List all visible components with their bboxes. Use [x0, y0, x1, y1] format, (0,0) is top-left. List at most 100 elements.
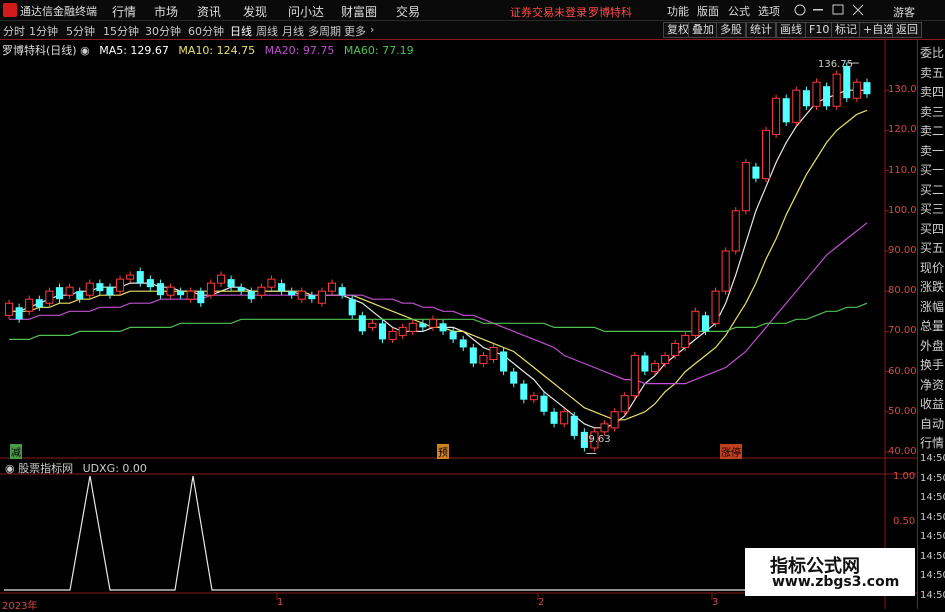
candle[interactable]: [116, 275, 125, 295]
period-weekly[interactable]: 周线: [256, 23, 278, 39]
period-tick[interactable]: 分时: [3, 23, 25, 39]
candle[interactable]: [832, 70, 841, 110]
period-1min[interactable]: 1分钟: [29, 23, 58, 39]
candle[interactable]: [823, 82, 831, 110]
period-60min[interactable]: 60分钟: [188, 23, 224, 39]
candle[interactable]: [469, 343, 477, 368]
candle[interactable]: [772, 94, 781, 139]
candle[interactable]: [540, 392, 548, 416]
candle[interactable]: [388, 327, 397, 344]
candle[interactable]: [186, 287, 195, 303]
period-30min[interactable]: 30分钟: [145, 23, 181, 39]
candle[interactable]: [5, 299, 14, 319]
candle[interactable]: [711, 287, 720, 327]
menu-quotes[interactable]: 行情: [112, 3, 136, 20]
candle[interactable]: [327, 279, 337, 295]
candle[interactable]: [398, 323, 407, 340]
chevron-right-icon[interactable]: ›: [370, 23, 374, 36]
candle[interactable]: [136, 267, 144, 287]
candle[interactable]: [197, 287, 205, 307]
candle[interactable]: [550, 408, 558, 428]
menu-news[interactable]: 资讯: [197, 3, 221, 20]
event-marker-reduce[interactable]: 减: [10, 444, 22, 459]
candle[interactable]: [156, 279, 164, 299]
login-warning[interactable]: 证券交易未登录: [510, 4, 587, 20]
mark-button[interactable]: 标记: [831, 22, 861, 38]
candle[interactable]: [459, 335, 467, 352]
minimize-icon[interactable]: [813, 9, 823, 11]
f10-button[interactable]: F10: [805, 22, 834, 38]
menu-market[interactable]: 市场: [154, 3, 178, 20]
period-more[interactable]: 更多: [344, 23, 366, 39]
candle[interactable]: [408, 319, 417, 335]
candle[interactable]: [267, 275, 276, 291]
candle[interactable]: [852, 78, 861, 102]
menu-trade[interactable]: 交易: [396, 3, 420, 20]
candle[interactable]: [792, 86, 801, 126]
candle[interactable]: [802, 86, 810, 110]
maximize-icon[interactable]: [832, 4, 844, 15]
candle[interactable]: [96, 279, 104, 295]
candle[interactable]: [731, 207, 740, 255]
candle[interactable]: [419, 319, 427, 331]
back-button[interactable]: 返回: [892, 22, 922, 38]
statistics-button[interactable]: 统计: [746, 22, 776, 38]
event-marker-forecast[interactable]: 预: [437, 444, 449, 459]
menu-ask[interactable]: 问小达: [288, 3, 324, 20]
kline-chart[interactable]: [0, 40, 917, 609]
candle[interactable]: [620, 392, 629, 416]
candle[interactable]: [297, 287, 306, 303]
menu-function[interactable]: 功能: [667, 3, 689, 19]
candle[interactable]: [489, 343, 498, 364]
menu-formula[interactable]: 公式: [728, 3, 750, 19]
candle[interactable]: [681, 331, 690, 352]
candle[interactable]: [55, 283, 64, 303]
multi-stock-button[interactable]: 多股: [716, 22, 746, 38]
candle[interactable]: [126, 271, 135, 283]
candle[interactable]: [691, 307, 700, 340]
candle[interactable]: [308, 291, 316, 303]
close-icon[interactable]: [852, 4, 864, 16]
period-15min[interactable]: 15分钟: [103, 23, 139, 39]
event-marker-limit-up[interactable]: 涨停: [720, 444, 742, 459]
period-daily[interactable]: 日线: [230, 23, 252, 39]
side-panel-label[interactable]: 行情: [920, 434, 944, 451]
candle[interactable]: [439, 319, 447, 335]
candle[interactable]: [560, 408, 569, 428]
candle[interactable]: [500, 347, 508, 376]
candle[interactable]: [610, 408, 619, 432]
menu-layout[interactable]: 版面: [697, 3, 719, 19]
candle[interactable]: [358, 311, 366, 335]
candle[interactable]: [782, 94, 790, 126]
candle[interactable]: [671, 339, 680, 360]
candle[interactable]: [257, 283, 266, 299]
candle[interactable]: [661, 351, 670, 368]
menu-options[interactable]: 选项: [758, 3, 780, 19]
menu-discover[interactable]: 发现: [243, 3, 267, 20]
candle[interactable]: [45, 287, 54, 307]
indicator-info-icon[interactable]: ◉: [5, 462, 15, 475]
candle[interactable]: [630, 351, 639, 400]
candle[interactable]: [348, 295, 356, 319]
candle[interactable]: [25, 295, 34, 315]
candle[interactable]: [510, 367, 518, 388]
candle[interactable]: [278, 279, 286, 295]
settings-icon[interactable]: [794, 4, 806, 16]
candle[interactable]: [641, 351, 649, 376]
candle[interactable]: [288, 287, 296, 299]
period-monthly[interactable]: 月线: [282, 23, 304, 39]
candle[interactable]: [177, 287, 185, 299]
candle[interactable]: [368, 319, 377, 331]
candle[interactable]: [752, 162, 760, 183]
candle[interactable]: [520, 380, 528, 404]
period-multi[interactable]: 多周期: [308, 23, 341, 39]
candle[interactable]: [479, 351, 488, 368]
candle[interactable]: [106, 283, 114, 299]
candle[interactable]: [85, 279, 94, 299]
draw-line-button[interactable]: 画线: [776, 22, 806, 38]
side-panel-label[interactable]: 自动: [920, 415, 944, 432]
menu-wealth-circle[interactable]: 财富圈: [341, 3, 377, 20]
candle[interactable]: [237, 283, 245, 295]
candle[interactable]: [166, 283, 175, 299]
candle[interactable]: [146, 275, 154, 291]
